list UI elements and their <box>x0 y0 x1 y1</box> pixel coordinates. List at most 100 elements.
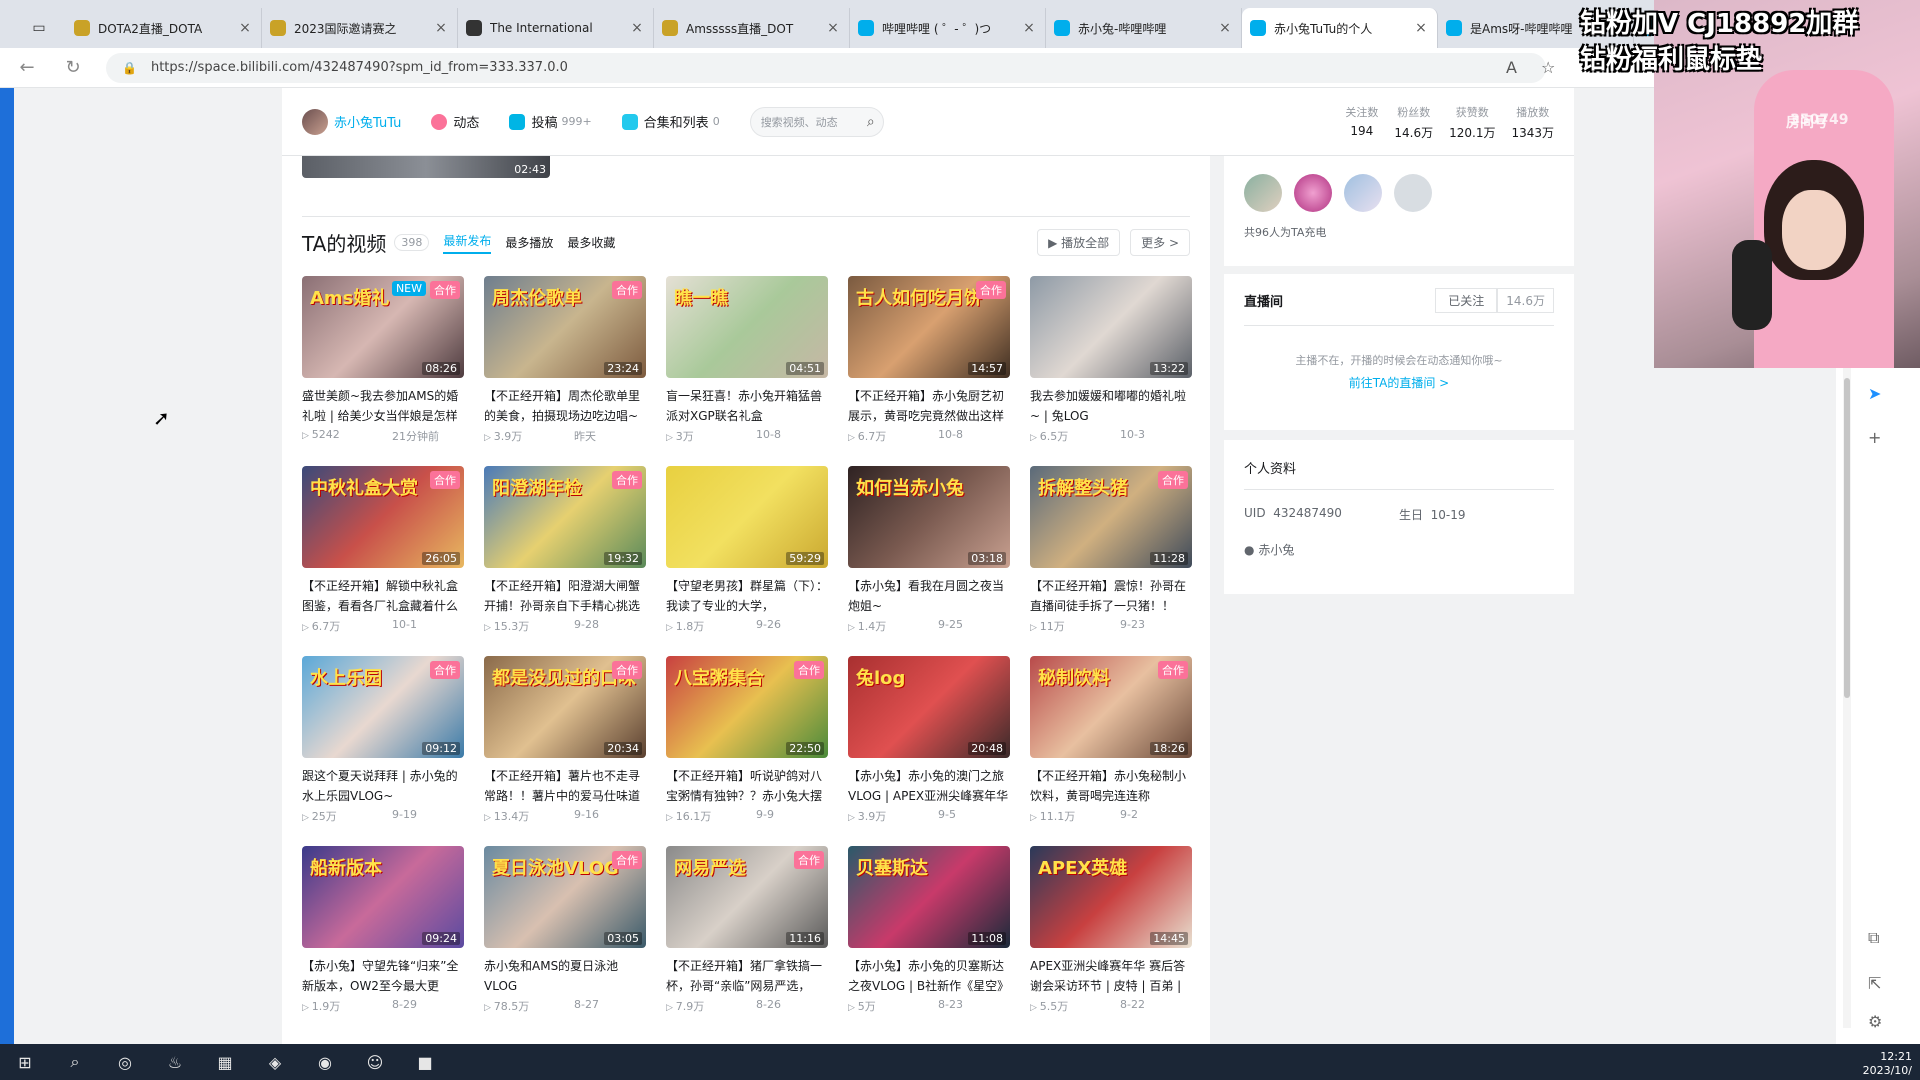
browser-tab[interactable]: Amsssss直播_DOT × <box>654 8 850 48</box>
video-title[interactable]: 【不正经开箱】解锁中秋礼盒图鉴，看看各厂礼盒藏着什么 <box>302 576 464 616</box>
start-icon[interactable]: ⊞ <box>0 1053 50 1072</box>
app-icon[interactable]: ■ <box>400 1053 450 1072</box>
video-thumbnail[interactable]: 八宝粥集合 合作 22:50 <box>666 656 828 758</box>
pinned-video-thumb[interactable]: 02:43 <box>302 156 550 178</box>
read-aloud-icon[interactable]: A <box>1506 58 1517 77</box>
user-tag[interactable]: ● 赤小兔 <box>1244 541 1554 558</box>
avatar[interactable] <box>1394 174 1432 212</box>
video-title[interactable]: 【赤小兔】看我在月圆之夜当炮姐~ <box>848 576 1010 616</box>
browser-tab[interactable]: DOTA2直播_DOTA × <box>66 8 262 48</box>
favorite-star-icon[interactable]: ☆ <box>1541 58 1555 77</box>
close-icon[interactable]: × <box>629 20 645 36</box>
search-icon[interactable]: ⌕ <box>867 114 875 130</box>
wechat-icon[interactable]: ☺ <box>350 1053 400 1072</box>
video-thumbnail[interactable]: 兔log 20:48 <box>848 656 1010 758</box>
video-title[interactable]: 【不正经开箱】赤小兔厨艺初展示，黄哥吃完竟然做出这样 <box>848 386 1010 426</box>
url-field[interactable]: 🔒 https://space.bilibili.com/432487490?s… <box>106 52 1546 83</box>
video-title[interactable]: 盛世美颜~我去参加AMS的婚礼啦 | 给美少女当伴娘是怎样 <box>302 386 464 426</box>
video-title[interactable]: 【守望老男孩】群星篇（下）：我读了专业的大学， <box>666 576 828 616</box>
video-title[interactable]: 【赤小兔】赤小兔的贝塞斯达之夜VLOG | B社新作《星空》 <box>848 956 1010 996</box>
screenshot-icon[interactable]: ⧉ <box>1868 928 1879 948</box>
video-title[interactable]: APEX亚洲尖峰赛年华 赛后答谢会采访环节 | 皮特 | 百弟 | <box>1030 956 1192 996</box>
back-icon[interactable]: ← <box>8 57 46 78</box>
video-thumbnail[interactable]: 秘制饮料 合作 18:26 <box>1030 656 1192 758</box>
stat-item[interactable]: 获赞数 120.1万 <box>1449 104 1495 141</box>
video-thumbnail[interactable]: 都是没见过的口味 合作 20:34 <box>484 656 646 758</box>
video-card[interactable]: 秘制饮料 合作 18:26 【不正经开箱】赤小兔秘制小饮料，黄哥喝完连连称 11.1万9… <box>1030 656 1192 846</box>
video-card[interactable]: 中秋礼盒大赏合作 26:05 【不正经开箱】解锁中秋礼盒图鉴，看看各厂礼盒藏着什么 6… <box>302 466 464 656</box>
video-title[interactable]: 【不正经开箱】猪厂拿铁搞一杯，孙哥“亲临”网易严选， <box>666 956 828 996</box>
video-card[interactable]: 水上乐园 合作 09:12 跟这个夏天说拜拜 | 赤小兔的水上乐园VLOG~ 25万9-… <box>302 656 464 846</box>
video-card[interactable]: 瞧一瞧 04:51 盲一呆狂喜！赤小兔开箱猛兽派对XGP联名礼盒 3万10-8 <box>666 276 828 466</box>
go-live-room-link[interactable]: 前往TA的直播间 > <box>1244 374 1554 391</box>
video-title[interactable]: 【不正经开箱】周杰伦歌单里的美食，拍摄现场边吃边唱~ <box>484 386 646 426</box>
video-card[interactable]: 都是没见过的口味 合作 20:34 【不正经开箱】薯片也不走寻常路！！薯片中的爱马仕味… <box>484 656 646 846</box>
video-card[interactable]: 13:22 我去参加媛媛和嘟嘟的婚礼啦~ | 兔LOG 6.5万10-3 <box>1030 276 1192 466</box>
video-thumbnail[interactable]: 贝塞斯达 11:08 <box>848 846 1010 948</box>
browser-tab[interactable]: The International × <box>458 8 654 48</box>
search-icon[interactable]: ⌕ <box>50 1052 100 1072</box>
video-card[interactable]: 59:29 【守望老男孩】群星篇（下）：我读了专业的大学， 1.8万9-26 <box>666 466 828 656</box>
scrollbar-thumb[interactable] <box>1844 378 1850 698</box>
video-card[interactable]: 如何当赤小兔 03:18 【赤小兔】看我在月圆之夜当炮姐~ 1.4万9-25 <box>848 466 1010 656</box>
video-title[interactable]: 【赤小兔】守望先锋“归来”全新版本，OW2至今最大更 <box>302 956 464 996</box>
video-thumbnail[interactable]: 水上乐园 合作 09:12 <box>302 656 464 758</box>
close-icon[interactable]: × <box>1413 20 1429 36</box>
video-title[interactable]: 【赤小兔】赤小兔的澳门之旅VLOG | APEX亚洲尖峰赛年华 <box>848 766 1010 806</box>
followed-button[interactable]: 已关注 <box>1435 288 1498 313</box>
browser-tab[interactable]: 2023国际邀请赛之 × <box>262 8 458 48</box>
browser-tab[interactable]: 赤小兔TuTu的个人 × <box>1242 8 1438 48</box>
video-card[interactable]: 贝塞斯达 11:08 【赤小兔】赤小兔的贝塞斯达之夜VLOG | B社新作《星空》 5… <box>848 846 1010 1036</box>
video-card[interactable]: 古人如何吃月饼 合作 14:57 【不正经开箱】赤小兔厨艺初展示，黄哥吃完竟然做出这样… <box>848 276 1010 466</box>
close-icon[interactable]: × <box>433 20 449 36</box>
nav-dynamic[interactable]: 动态 <box>431 112 479 131</box>
more-button[interactable]: 更多 > <box>1130 229 1190 256</box>
close-icon[interactable]: × <box>1021 20 1037 36</box>
video-card[interactable]: 船新版本 09:24 【赤小兔】守望先锋“归来”全新版本，OW2至今最大更 1.9万8… <box>302 846 464 1036</box>
refresh-icon[interactable]: ↻ <box>54 57 92 78</box>
video-thumbnail[interactable]: 如何当赤小兔 03:18 <box>848 466 1010 568</box>
video-card[interactable]: 拆解整头猪 合作 11:28 【不正经开箱】震惊！孙哥在直播间徒手拆了一只猪！！ 11万… <box>1030 466 1192 656</box>
video-thumbnail[interactable]: 13:22 <box>1030 276 1192 378</box>
app-icon[interactable]: ◈ <box>250 1053 300 1072</box>
app-icon[interactable]: ▦ <box>200 1053 250 1072</box>
add-icon[interactable]: + <box>1868 428 1881 447</box>
steam-icon[interactable]: ♨ <box>150 1053 200 1072</box>
video-thumbnail[interactable]: 船新版本 09:24 <box>302 846 464 948</box>
edge-icon[interactable]: ◉ <box>300 1053 350 1072</box>
telegram-icon[interactable]: ➤ <box>1868 384 1881 403</box>
play-all-button[interactable]: ▶ 播放全部 <box>1037 229 1121 256</box>
video-thumbnail[interactable]: 阳澄湖年检 合作 19:32 <box>484 466 646 568</box>
video-card[interactable]: 夏日泳池VLOG合作 03:05 赤小兔和AMS的夏日泳池VLOG 78.5万8-27 <box>484 846 646 1036</box>
avatar[interactable] <box>1244 174 1282 212</box>
video-title[interactable]: 盲一呆狂喜！赤小兔开箱猛兽派对XGP联名礼盒 <box>666 386 828 426</box>
settings-gear-icon[interactable]: ⚙ <box>1868 1012 1882 1031</box>
video-title[interactable]: 跟这个夏天说拜拜 | 赤小兔的水上乐园VLOG~ <box>302 766 464 806</box>
video-thumbnail[interactable]: 59:29 <box>666 466 828 568</box>
close-icon[interactable]: × <box>1217 20 1233 36</box>
video-title[interactable]: 【不正经开箱】阳澄湖大闸蟹开捕！孙哥亲自下手精心挑选 <box>484 576 646 616</box>
video-card[interactable]: 网易严选 合作 11:16 【不正经开箱】猪厂拿铁搞一杯，孙哥“亲临”网易严选， 7.9… <box>666 846 828 1036</box>
video-title[interactable]: 赤小兔和AMS的夏日泳池VLOG <box>484 956 646 996</box>
video-title[interactable]: 【不正经开箱】薯片也不走寻常路！！薯片中的爱马仕味道是什 <box>484 766 646 806</box>
video-title[interactable]: 【不正经开箱】赤小兔秘制小饮料，黄哥喝完连连称 <box>1030 766 1192 806</box>
browser-tab[interactable]: 赤小兔-哔哩哔哩 × <box>1046 8 1242 48</box>
video-card[interactable]: 阳澄湖年检 合作 19:32 【不正经开箱】阳澄湖大闸蟹开捕！孙哥亲自下手精心挑选 15… <box>484 466 646 656</box>
video-title[interactable]: 【不正经开箱】听说驴鸽对八宝粥情有独钟？？赤小兔大摆 <box>666 766 828 806</box>
stat-item[interactable]: 关注数 194 <box>1345 104 1378 141</box>
video-thumbnail[interactable]: Ams婚礼 NEW 合作 08:26 <box>302 276 464 378</box>
avatar[interactable] <box>1294 174 1332 212</box>
nav-collections[interactable]: 合集和列表 0 <box>621 112 720 131</box>
avatar[interactable] <box>302 108 328 135</box>
close-icon[interactable]: × <box>237 20 253 36</box>
nav-posts[interactable]: 投稿 999+ <box>509 112 592 131</box>
sort-plays-tab[interactable]: 最多播放 <box>505 234 553 251</box>
video-thumbnail[interactable]: 中秋礼盒大赏 合作 26:05 <box>302 466 464 568</box>
video-title[interactable]: 【不正经开箱】震惊！孙哥在直播间徒手拆了一只猪！！ <box>1030 576 1192 616</box>
stat-item[interactable]: 粉丝数 14.6万 <box>1394 104 1433 141</box>
app-icon[interactable]: ◎ <box>100 1053 150 1072</box>
space-search-input[interactable]: 搜索视频、动态 ⌕ <box>749 106 884 137</box>
video-card[interactable]: 八宝粥集合 合作 22:50 【不正经开箱】听说驴鸽对八宝粥情有独钟？？赤小兔大摆 16… <box>666 656 828 846</box>
video-thumbnail[interactable]: APEX英雄 14:45 <box>1030 846 1192 948</box>
video-thumbnail[interactable]: 夏日泳池VLOG 合作 03:05 <box>484 846 646 948</box>
